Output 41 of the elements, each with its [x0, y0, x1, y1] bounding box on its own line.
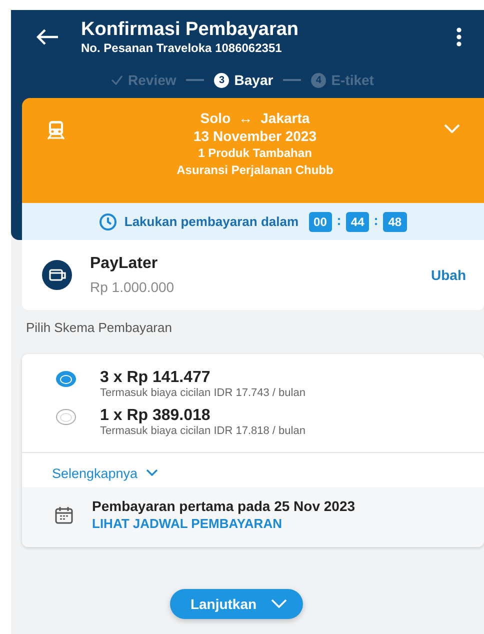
more-link[interactable]: Selengkapnya — [22, 453, 484, 483]
countdown-digits: 48 — [383, 212, 407, 232]
chevron-icon — [270, 599, 287, 609]
trip-card[interactable]: Solo ↔ Jakarta 13 November 2023 1 Produk Tambahan Asuransi Perjalanan Chubb — [22, 98, 484, 203]
train-icon — [46, 120, 66, 140]
route-to: Jakarta — [260, 110, 310, 127]
scheme-amount: 3 x Rp 141.477 — [100, 368, 212, 387]
chevron-icon[interactable] — [444, 124, 460, 134]
scheme-note: Termasuk biaya cicilan IDR 17.818 / bulan — [100, 425, 306, 438]
payment-amount: Rp 1.000.000 — [90, 278, 176, 296]
addon-count: 1 Produk Tambahan — [198, 145, 312, 162]
step-number: 3 — [214, 72, 230, 88]
back-icon[interactable] — [35, 28, 59, 46]
clock-icon — [99, 212, 118, 230]
scheme-amount: 1 x Rp 389.018 — [100, 406, 212, 425]
addon-name: Asuransi Perjalanan Chubb — [176, 162, 334, 179]
wallet-icon — [42, 260, 72, 290]
first-payment-date: Pembayaran pertama pada 25 Nov 2023 — [92, 497, 356, 515]
chevron-icon — [146, 469, 158, 477]
step-label: Bayar — [234, 72, 274, 88]
trip-date: 13 November 2023 — [194, 127, 316, 145]
schedule-link[interactable]: LIHAT JADWAL PEMBAYARAN — [92, 515, 356, 533]
section-heading: Pilih Skema Pembayaran — [26, 320, 173, 336]
step-label: Review — [128, 72, 176, 88]
radio-button[interactable] — [56, 409, 76, 425]
countdown-digits: 00 — [308, 212, 332, 232]
change-button[interactable]: Ubah — [431, 267, 466, 283]
window-title: Konfirmasi Pembayaran — [81, 18, 300, 40]
payment-method-name: PayLater — [90, 254, 159, 274]
route-arrow: ↔ — [238, 110, 253, 127]
route-from: Solo — [200, 110, 231, 127]
step-label: E-tiket — [331, 72, 374, 88]
scheme-note: Termasuk biaya cicilan IDR 17.743 / bulan — [100, 387, 306, 400]
countdown-digits: 44 — [346, 212, 370, 232]
calendar-icon — [54, 505, 74, 525]
timer-label: Lakukan pembayaran dalam — [124, 214, 299, 229]
more-icon[interactable] — [456, 27, 462, 47]
order-number: No. Pesanan Traveloka 1086062351 — [81, 40, 283, 56]
continue-button[interactable]: Lanjutkan — [170, 589, 303, 619]
radio-button[interactable] — [56, 371, 76, 387]
step-number: 4 — [311, 72, 326, 88]
